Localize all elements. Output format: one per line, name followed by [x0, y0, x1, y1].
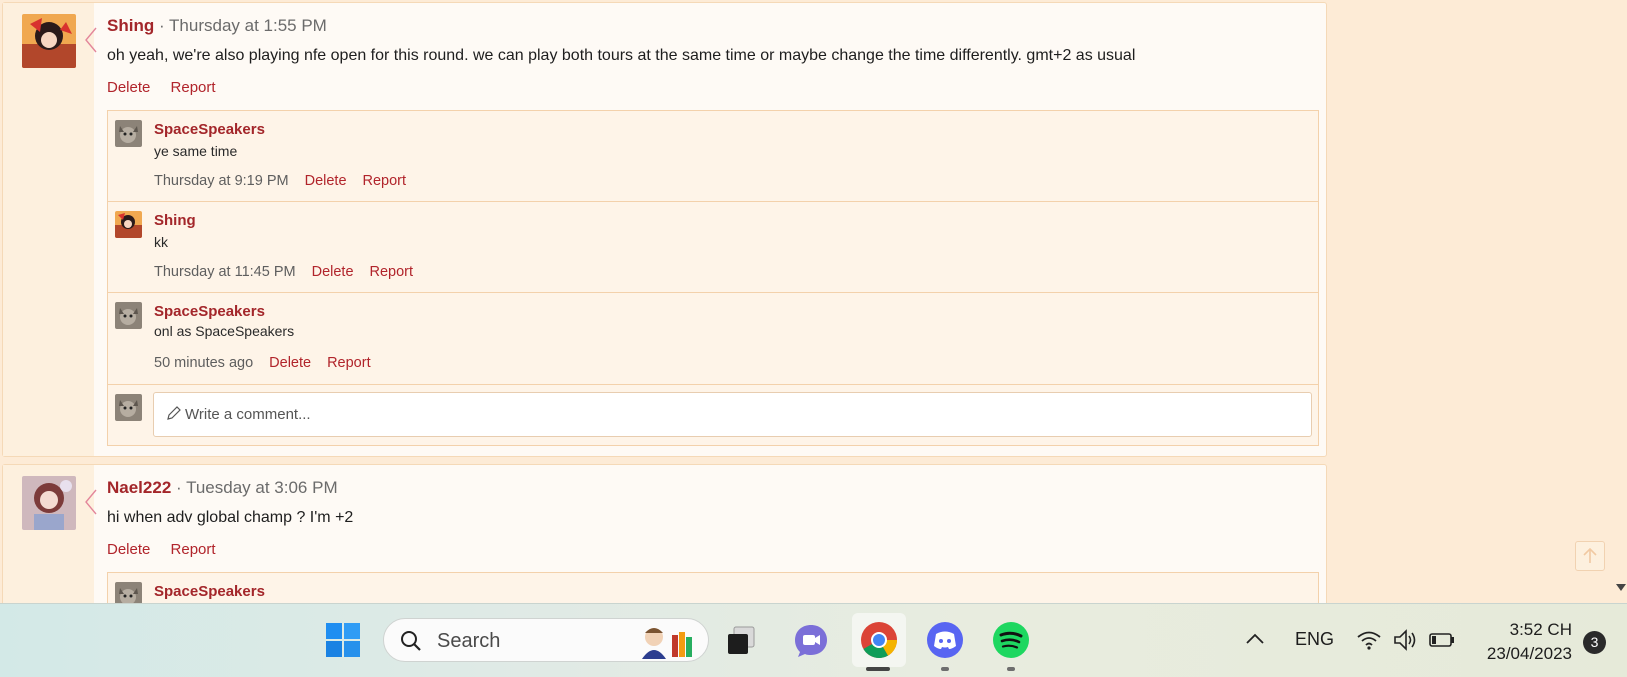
- discord-icon: [927, 622, 963, 658]
- windows-start-button[interactable]: [322, 619, 364, 661]
- post-message: oh yeah, we're also playing nfe open for…: [107, 47, 1136, 64]
- avatar[interactable]: [115, 302, 142, 329]
- post-arrow-icon: [85, 489, 97, 515]
- scrollbar-down-arrow[interactable]: [1616, 584, 1626, 591]
- post-timestamp[interactable]: · Tuesday at 3:06 PM: [176, 478, 338, 497]
- post-author-link[interactable]: Nael222: [107, 478, 171, 497]
- discord-running-indicator: [941, 667, 949, 671]
- delete-button[interactable]: Delete: [312, 264, 354, 280]
- search-icon: [401, 631, 421, 651]
- taskbar: Search ENG 3:52 CH 23/04/2023 3: [0, 603, 1627, 677]
- report-button[interactable]: Report: [363, 173, 407, 189]
- notification-badge[interactable]: 3: [1583, 631, 1606, 654]
- chrome-button[interactable]: [858, 619, 900, 661]
- wifi-icon[interactable]: [1356, 629, 1382, 651]
- teams-chat-button[interactable]: [790, 619, 832, 661]
- post-header: Shing · Thursday at 1:55 PM: [107, 16, 1316, 36]
- delete-button[interactable]: Delete: [107, 79, 150, 96]
- reply-message: onl as SpaceSpeakers: [154, 323, 295, 339]
- post-header: Nael222 · Tuesday at 3:06 PM: [107, 478, 1316, 498]
- task-view-button[interactable]: [720, 619, 762, 661]
- delete-button[interactable]: Delete: [305, 173, 347, 189]
- reply-meta: Thursday at 11:45 PM Delete Report: [154, 264, 413, 280]
- search-label: Search: [437, 630, 501, 652]
- taskbar-search[interactable]: Search: [383, 618, 709, 662]
- reply-meta: 50 minutes ago Delete Report: [154, 355, 371, 371]
- task-view-icon: [728, 626, 755, 654]
- avatar[interactable]: [22, 476, 76, 530]
- avatar[interactable]: [22, 14, 76, 68]
- chat-video-icon: [795, 625, 827, 657]
- spotify-button[interactable]: [990, 619, 1032, 661]
- reply-message: ye same time: [154, 143, 238, 159]
- reply-timestamp[interactable]: Thursday at 11:45 PM: [154, 264, 296, 280]
- scroll-to-top-button[interactable]: [1575, 541, 1605, 571]
- discord-button[interactable]: [924, 619, 966, 661]
- chrome-icon: [861, 622, 897, 659]
- post-author-link[interactable]: Shing: [107, 16, 154, 35]
- post-arrow-icon: [85, 27, 97, 53]
- avatar[interactable]: [115, 211, 142, 238]
- chevron-up-icon[interactable]: [1245, 632, 1265, 646]
- reply-author-link[interactable]: SpaceSpeakers: [154, 583, 265, 600]
- reply-item: SpaceSpeakers ye same time Thursday at 9…: [108, 111, 1318, 202]
- pencil-icon: [167, 406, 181, 420]
- volume-icon[interactable]: [1393, 628, 1419, 652]
- clock[interactable]: 3:52 CH 23/04/2023: [1487, 618, 1572, 666]
- reply-timestamp[interactable]: 50 minutes ago: [154, 355, 253, 371]
- post-timestamp[interactable]: · Thursday at 1:55 PM: [159, 16, 327, 35]
- language-indicator[interactable]: ENG: [1295, 629, 1334, 650]
- post-actions: Delete Report: [107, 541, 1316, 558]
- reply-item: Shing kk Thursday at 11:45 PM Delete Repor…: [108, 202, 1318, 293]
- report-button[interactable]: Report: [171, 541, 216, 558]
- report-button[interactable]: Report: [327, 355, 371, 371]
- post-actions: Delete Report: [107, 79, 1316, 96]
- reply-author-link[interactable]: SpaceSpeakers: [154, 303, 265, 320]
- post-sidebar: [3, 3, 94, 456]
- spotify-icon: [993, 622, 1029, 658]
- reply-message: kk: [154, 234, 168, 250]
- reply-author-link[interactable]: Shing: [154, 212, 196, 229]
- clock-date: 23/04/2023: [1486, 644, 1572, 663]
- windows-logo-icon: [326, 623, 360, 657]
- comment-placeholder: Write a comment...: [185, 406, 311, 423]
- chrome-active-indicator: [866, 667, 890, 671]
- reply-author-link[interactable]: SpaceSpeakers: [154, 121, 265, 138]
- report-button[interactable]: Report: [370, 264, 414, 280]
- clock-time: 3:52 CH: [1509, 620, 1572, 639]
- comment-row: Write a comment...: [108, 385, 1318, 445]
- search-highlight-icon: [642, 628, 692, 659]
- avatar[interactable]: [115, 120, 142, 147]
- post-message: hi when adv global champ ? I'm +2: [107, 509, 354, 526]
- post-shing: Shing · Thursday at 1:55 PM oh yeah, we'…: [2, 2, 1327, 457]
- reply-timestamp[interactable]: Thursday at 9:19 PM: [154, 173, 289, 189]
- post-nael222: Nael222 · Tuesday at 3:06 PM hi when adv…: [2, 464, 1327, 632]
- report-button[interactable]: Report: [171, 79, 216, 96]
- delete-button[interactable]: Delete: [269, 355, 311, 371]
- reply-item: SpaceSpeakers onl as SpaceSpeakers 50 mi…: [108, 293, 1318, 385]
- comment-input[interactable]: Write a comment...: [153, 392, 1312, 437]
- reply-meta: Thursday at 9:19 PM Delete Report: [154, 173, 406, 189]
- arrow-up-icon: [1583, 547, 1597, 563]
- avatar: [115, 394, 142, 421]
- reply-thread: SpaceSpeakers ye same time Thursday at 9…: [107, 110, 1319, 446]
- battery-icon[interactable]: [1429, 632, 1455, 648]
- spotify-running-indicator: [1007, 667, 1015, 671]
- delete-button[interactable]: Delete: [107, 541, 150, 558]
